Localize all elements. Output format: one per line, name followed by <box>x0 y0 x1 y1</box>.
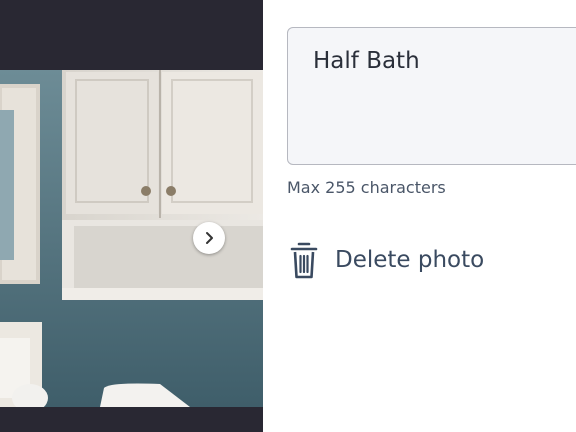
delete-photo-button[interactable]: Delete photo <box>289 238 484 282</box>
next-photo-button[interactable] <box>193 222 225 254</box>
photo-details-panel: Half Bath Max 255 characters Delete phot… <box>263 0 576 432</box>
caption-input[interactable]: Half Bath <box>287 27 576 165</box>
delete-photo-label: Delete photo <box>335 247 485 273</box>
chevron-right-icon <box>206 232 213 244</box>
photo-viewer <box>0 0 263 432</box>
caption-helper-text: Max 255 characters <box>287 178 446 197</box>
trash-icon <box>290 242 318 279</box>
